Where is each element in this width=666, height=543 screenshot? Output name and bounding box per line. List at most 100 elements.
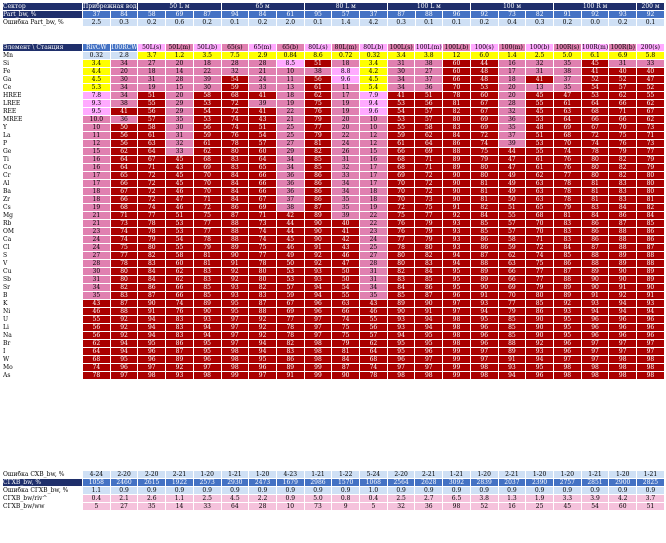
element-name: Mg xyxy=(2,211,83,220)
element-name: Mn xyxy=(2,51,83,60)
summary-cell: 0.9 xyxy=(303,486,333,495)
value-cell: 18 xyxy=(359,187,388,196)
value-cell: 6.1 xyxy=(580,51,610,60)
summary-cell: 0.9 xyxy=(525,486,554,495)
element-row: B 35 83 87 66 85 93 83 59 94 55 35 85 87 96 91 70 80 89 91 9… xyxy=(2,291,665,300)
station-header-row: Элемент \ Станция RivCW 100RCW 50L(s) 50L(m… xyxy=(2,43,665,52)
value-cell: 98 xyxy=(442,339,471,348)
value-cell: 97 xyxy=(220,331,250,340)
value-cell: 74 xyxy=(220,123,250,132)
value-cell: 97 xyxy=(220,339,250,348)
value-cell: 87 xyxy=(469,251,499,260)
value-cell: 30 xyxy=(165,123,194,132)
value-cell: 98 xyxy=(220,347,250,356)
value-cell: 98 xyxy=(608,363,638,372)
value-cell: 77 xyxy=(386,235,416,244)
value-cell: 32 xyxy=(525,59,554,68)
value-cell: 51 xyxy=(525,131,554,140)
value-cell: 97 xyxy=(469,347,499,356)
value-cell: 8.5 xyxy=(275,59,305,68)
value-cell: 34 xyxy=(109,83,139,92)
value-cell: 93 xyxy=(386,315,416,324)
value-cell: 98 xyxy=(636,371,665,380)
value-cell: 5.0 xyxy=(552,51,582,60)
value-cell: 94 xyxy=(414,315,444,324)
group-header: 65 м xyxy=(220,2,305,11)
part-bw-cell: 92 xyxy=(469,10,499,19)
part-bw-cell: 37 xyxy=(359,10,388,19)
value-cell: 73 xyxy=(109,219,139,228)
value-cell: 85 xyxy=(192,291,222,300)
value-cell: 72 xyxy=(414,187,444,196)
value-cell: 54 xyxy=(331,283,361,292)
value-cell: 50 xyxy=(331,275,361,284)
value-cell: 93 xyxy=(386,323,416,332)
value-cell: 94 xyxy=(303,291,333,300)
value-cell: 57 xyxy=(608,83,638,92)
value-cell: 90 xyxy=(608,267,638,276)
part-bw-error-cell: 0.2 xyxy=(608,18,638,27)
value-cell: 90 xyxy=(220,251,250,260)
value-cell: 10.0 xyxy=(82,115,111,124)
value-cell: 96 xyxy=(636,315,665,324)
value-cell: 62 xyxy=(525,171,554,180)
value-cell: 24 xyxy=(331,139,361,148)
summary-cell: 0.9 xyxy=(497,486,527,495)
value-cell: 52 xyxy=(636,83,665,92)
value-cell: 12 xyxy=(82,139,111,148)
value-cell: 19 xyxy=(359,203,388,212)
value-cell: 55 xyxy=(137,99,167,108)
value-cell: 19 xyxy=(275,99,305,108)
value-cell: 85 xyxy=(497,331,527,340)
value-cell: 62 xyxy=(636,99,665,108)
value-cell: 19 xyxy=(137,83,167,92)
value-cell: 80 xyxy=(636,179,665,188)
part-bw-label: Part_bw, % xyxy=(2,10,83,19)
value-cell: 55 xyxy=(636,91,665,100)
value-cell: 88 xyxy=(497,339,527,348)
value-cell: 81 xyxy=(331,347,361,356)
element-name: Ti xyxy=(2,155,83,164)
summary-cell: 1-21 xyxy=(636,470,665,479)
value-cell: 78 xyxy=(192,235,222,244)
value-cell: 62 xyxy=(414,131,444,140)
value-cell: 18 xyxy=(331,59,361,68)
value-cell: 51 xyxy=(414,91,444,100)
element-row: I 64 94 96 87 95 98 94 83 98 81 64 95 96 99 97 89 93 96 97 9… xyxy=(2,347,665,356)
value-cell: 88 xyxy=(608,235,638,244)
value-cell: 76 xyxy=(220,131,250,140)
value-cell: 98 xyxy=(580,371,610,380)
value-cell: 21 xyxy=(275,115,305,124)
summary-cell: 5.0 xyxy=(303,494,333,503)
value-cell: 44 xyxy=(275,227,305,236)
value-cell: 91 xyxy=(303,243,333,252)
value-cell: 80 xyxy=(220,147,250,156)
value-cell: 32 xyxy=(165,139,194,148)
value-cell: 94 xyxy=(192,323,222,332)
summary-cell: 0.9 xyxy=(552,486,582,495)
value-cell: 48 xyxy=(525,123,554,132)
value-cell: 95 xyxy=(248,355,277,364)
value-cell: 88 xyxy=(469,259,499,268)
part-bw-cell: 69 xyxy=(165,10,194,19)
value-cell: 80 xyxy=(580,155,610,164)
value-cell: 76 xyxy=(552,163,582,172)
value-cell: 79 xyxy=(414,219,444,228)
summary-cell: 51 xyxy=(636,502,665,511)
value-cell: 98 xyxy=(552,363,582,372)
part-bw-cell: 82 xyxy=(525,10,555,19)
value-cell: 70 xyxy=(552,139,582,148)
value-cell: 43 xyxy=(248,115,277,124)
value-cell: 29 xyxy=(275,147,305,156)
value-cell: 89 xyxy=(469,275,499,284)
value-cell: 80 xyxy=(248,275,277,284)
value-cell: 90 xyxy=(303,227,333,236)
value-cell: 96 xyxy=(137,347,167,356)
value-cell: 27 xyxy=(414,67,444,76)
value-cell: 34 xyxy=(275,163,305,172)
value-cell: 93 xyxy=(220,283,250,292)
value-cell: 47 xyxy=(552,91,582,100)
value-cell: 68 xyxy=(220,91,250,100)
value-cell: 47 xyxy=(165,195,194,204)
element-row: Cs 19 68 74 46 72 86 69 38 87 35 19 72 75 91 82 51 65 79 83… xyxy=(2,203,665,212)
